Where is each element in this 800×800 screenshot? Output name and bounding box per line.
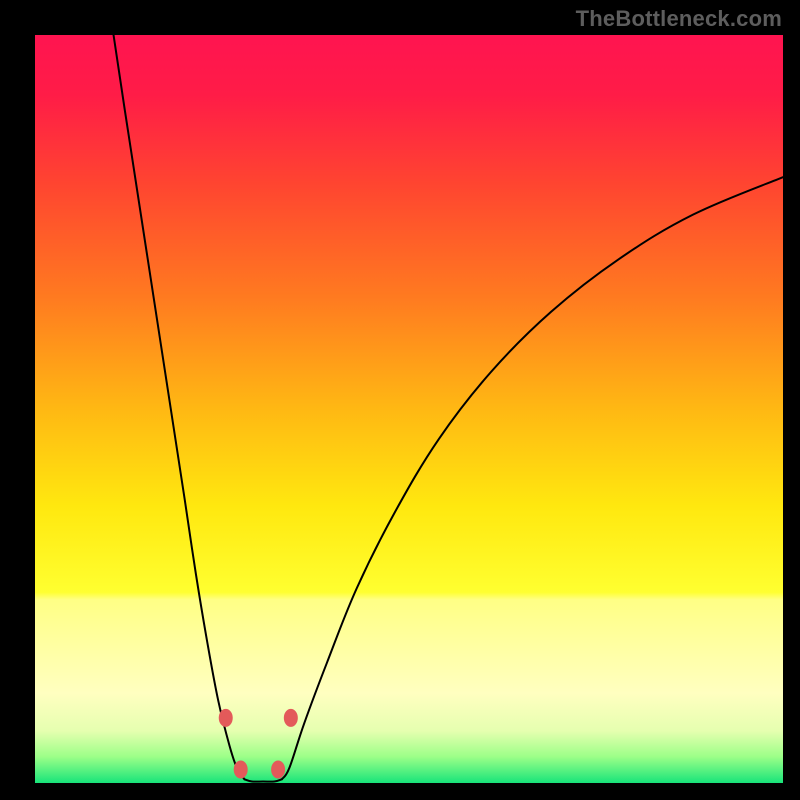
plot-area — [35, 35, 783, 783]
plot-svg — [35, 35, 783, 783]
watermark-text: TheBottleneck.com — [576, 6, 782, 32]
marker-m3 — [271, 761, 285, 779]
marker-m2 — [234, 761, 248, 779]
marker-m4 — [284, 709, 298, 727]
marker-m1 — [219, 709, 233, 727]
chart-frame: TheBottleneck.com — [0, 0, 800, 800]
gradient-background — [35, 35, 783, 783]
